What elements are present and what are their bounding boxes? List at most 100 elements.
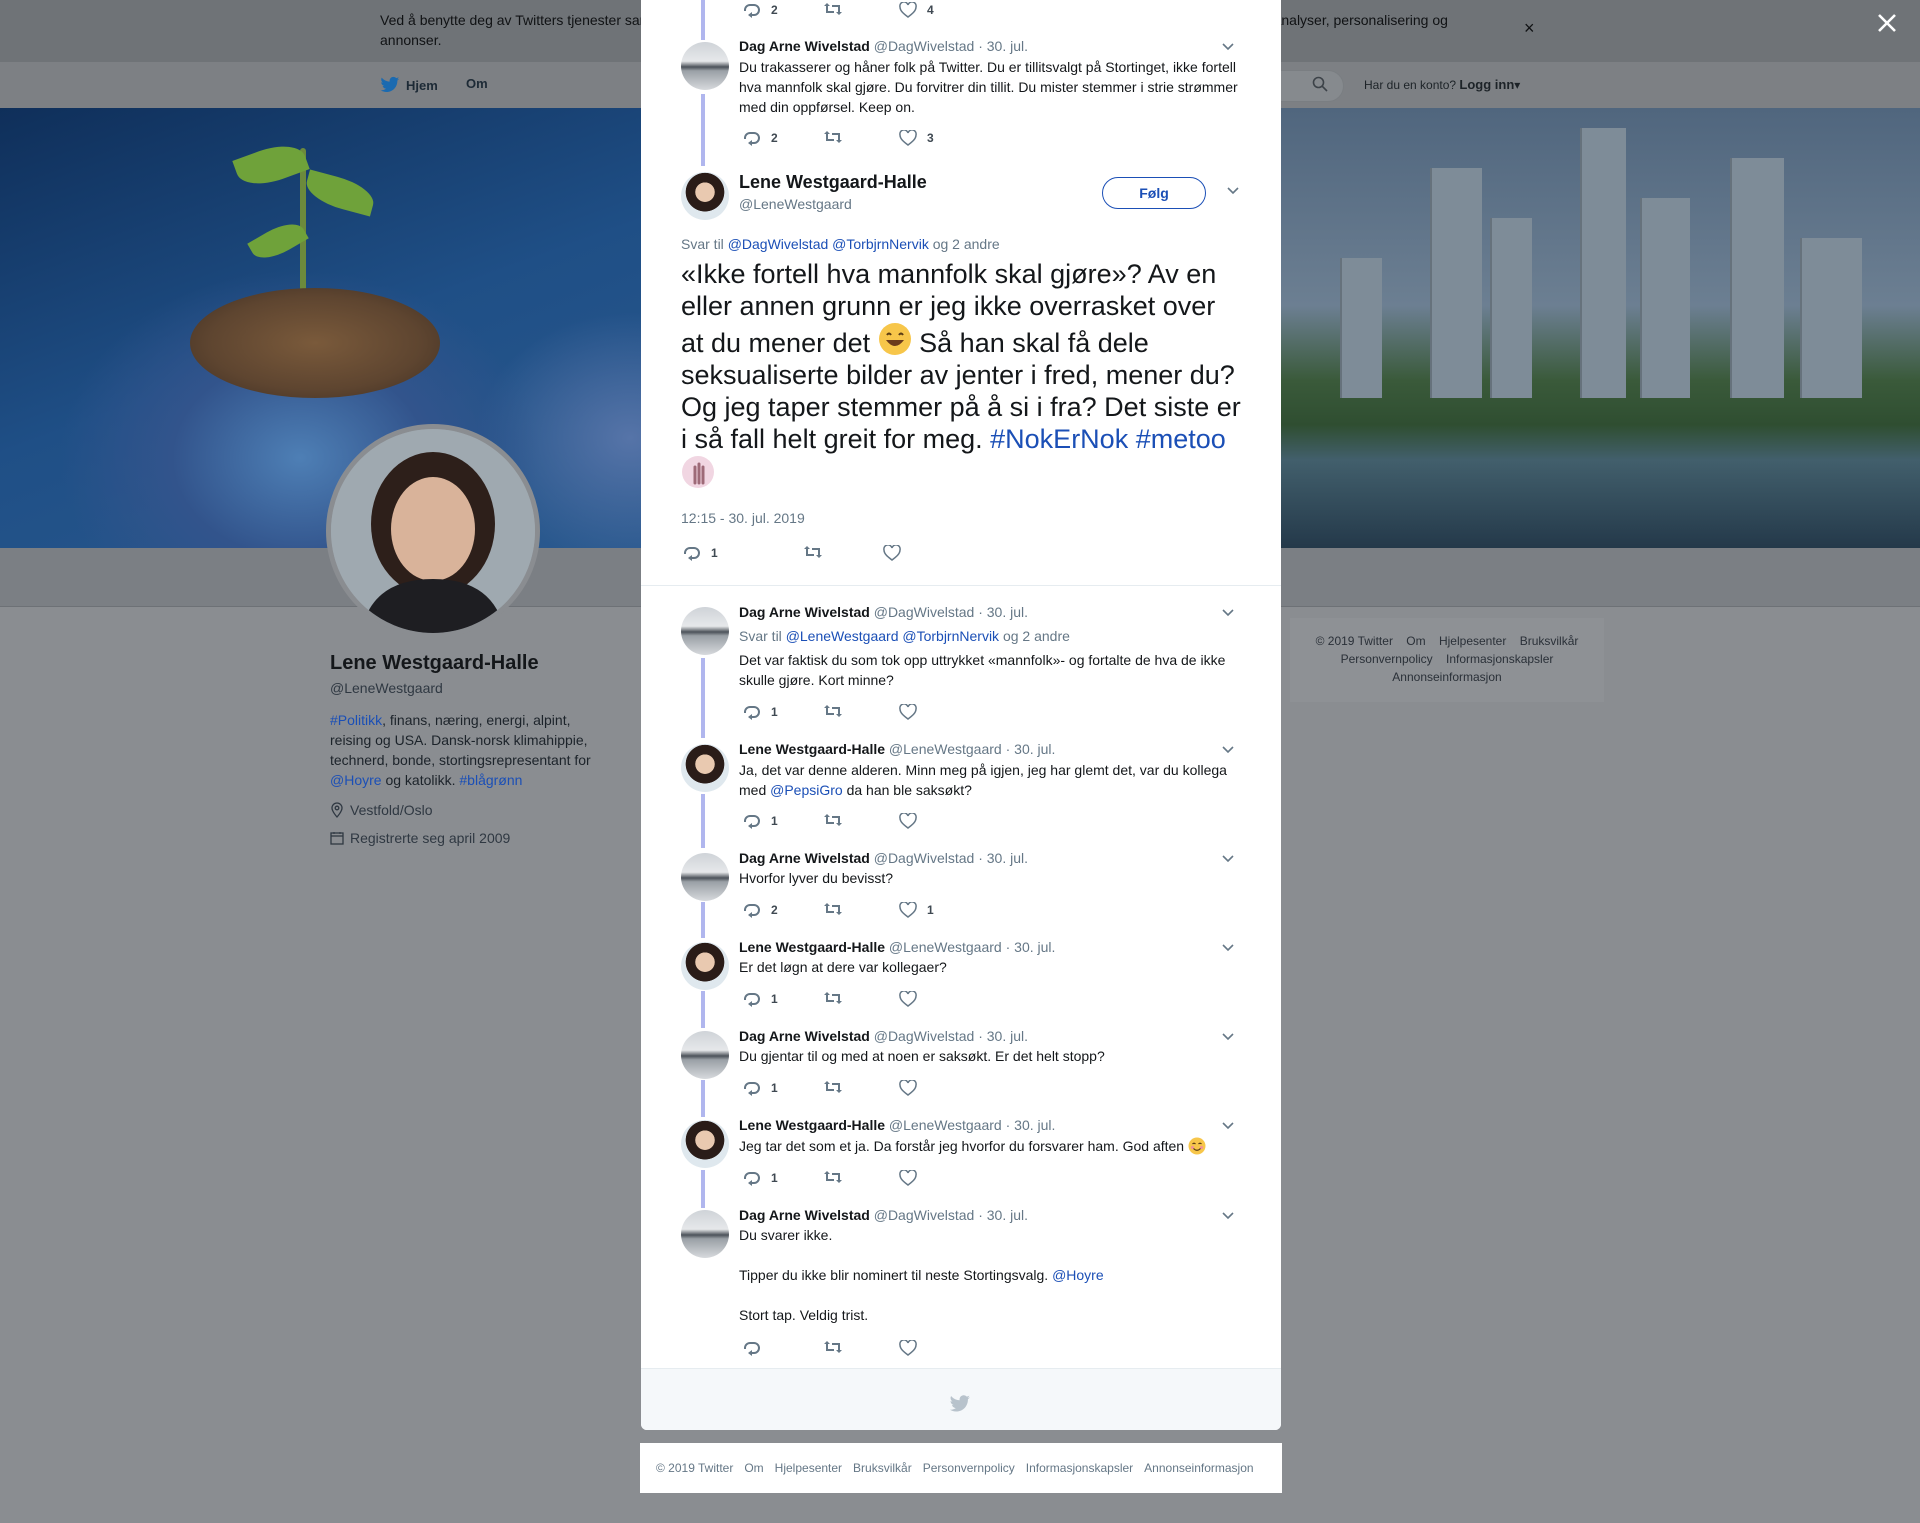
footer-link[interactable]: Annonseinformasjon <box>1144 1461 1253 1475</box>
nav-home[interactable]: Hjem <box>380 76 438 94</box>
footer-link[interactable]: Om <box>1406 634 1425 648</box>
chevron-down-icon[interactable] <box>1221 745 1235 755</box>
tweet-date[interactable]: · 30. jul. <box>978 1207 1028 1223</box>
reply-button[interactable]: 1 <box>743 991 778 1007</box>
avatar[interactable] <box>681 942 729 990</box>
like-count: 4 <box>927 3 934 17</box>
like-button[interactable] <box>899 813 927 829</box>
thread-line <box>701 94 705 166</box>
like-button[interactable]: 4 <box>899 2 934 18</box>
like-button[interactable]: 3 <box>899 130 934 146</box>
like-button[interactable] <box>899 1170 927 1186</box>
close-icon[interactable] <box>1874 10 1900 36</box>
tweet-author-name[interactable]: Lene Westgaard-Halle <box>739 741 885 757</box>
footer-link[interactable]: Personvernpolicy <box>1341 652 1433 666</box>
main-tweet-timestamp[interactable]: 12:15 - 30. jul. 2019 <box>681 510 805 526</box>
main-tweet-avatar[interactable] <box>681 172 729 220</box>
reply-to-mentions[interactable]: @DagWivelstad @TorbjrnNervik <box>728 236 929 252</box>
retweet-button[interactable] <box>823 130 843 144</box>
login-link[interactable]: Logg inn <box>1459 77 1514 92</box>
tweet-author-name[interactable]: Dag Arne Wivelstad <box>739 850 870 866</box>
tweet-date[interactable]: · 30. jul. <box>978 604 1028 620</box>
tweet-date[interactable]: · 30. jul. <box>978 38 1028 54</box>
reply-button[interactable]: 2 <box>743 902 778 918</box>
hashtag-link[interactable]: #NokErNok <box>990 424 1128 454</box>
footer-link[interactable]: Hjelpesenter <box>1439 634 1506 648</box>
reply-button[interactable]: 1 <box>743 813 778 829</box>
tweet-date[interactable]: · 30. jul. <box>1006 939 1056 955</box>
hashtag-link[interactable]: #metoo <box>1136 424 1226 454</box>
reply-button[interactable]: 1 <box>743 1080 778 1096</box>
like-button[interactable] <box>899 1080 927 1096</box>
bio-hashtag[interactable]: #blågrønn <box>459 772 522 788</box>
like-icon <box>899 130 917 146</box>
cookie-close-button[interactable]: × <box>1524 18 1535 39</box>
retweet-button[interactable] <box>823 1080 843 1094</box>
avatar[interactable] <box>681 744 729 792</box>
footer-link[interactable]: Om <box>744 1461 763 1475</box>
reply-button[interactable]: 1 <box>743 1170 778 1186</box>
tweet-date[interactable]: · 30. jul. <box>978 1028 1028 1044</box>
retweet-button[interactable] <box>823 991 843 1005</box>
retweet-button[interactable] <box>803 545 823 559</box>
avatar[interactable] <box>681 607 729 655</box>
reply-button[interactable]: 1 <box>743 704 778 720</box>
like-button[interactable] <box>883 545 901 561</box>
tweet-author-name[interactable]: Dag Arne Wivelstad <box>739 604 870 620</box>
footer-link[interactable]: Hjelpesenter <box>775 1461 842 1475</box>
tweet-author-name[interactable]: Lene Westgaard-Halle <box>739 1117 885 1133</box>
like-button[interactable] <box>899 991 927 1007</box>
mention-link[interactable]: @PepsiGro <box>770 782 843 798</box>
chevron-down-icon[interactable] <box>1221 1211 1235 1221</box>
like-button[interactable]: 1 <box>899 902 934 918</box>
like-button[interactable] <box>899 704 927 720</box>
chevron-down-icon[interactable] <box>1221 1121 1235 1131</box>
chevron-down-icon[interactable] <box>1221 943 1235 953</box>
retweet-button[interactable] <box>823 813 843 827</box>
like-button[interactable] <box>899 1340 927 1356</box>
main-tweet-author-name[interactable]: Lene Westgaard-Halle <box>739 172 927 193</box>
follow-button[interactable]: Følg <box>1102 177 1206 209</box>
search-icon[interactable] <box>1312 76 1328 92</box>
retweet-button[interactable] <box>823 2 843 16</box>
chevron-down-icon[interactable] <box>1221 854 1235 864</box>
chevron-down-icon[interactable] <box>1226 186 1240 196</box>
retweet-button[interactable] <box>823 1170 843 1184</box>
tweet-author-name[interactable]: Dag Arne Wivelstad <box>739 1207 870 1223</box>
avatar[interactable] <box>681 1120 729 1168</box>
reply-button[interactable]: 2 <box>743 130 778 146</box>
footer-link[interactable]: Informasjonskapsler <box>1026 1461 1133 1475</box>
footer-link[interactable]: Annonseinformasjon <box>1392 670 1501 684</box>
reply-to-mentions[interactable]: @LeneWestgaard @TorbjrnNervik <box>786 628 999 644</box>
tweet-date[interactable]: · 30. jul. <box>978 850 1028 866</box>
avatar[interactable] <box>681 853 729 901</box>
reply-button[interactable] <box>743 1340 771 1356</box>
mention-link[interactable]: @Hoyre <box>1052 1267 1104 1283</box>
tweet-author-name[interactable]: Dag Arne Wivelstad <box>739 38 870 54</box>
avatar[interactable] <box>681 1031 729 1079</box>
footer-copyright: © 2019 Twitter <box>1315 634 1393 648</box>
avatar[interactable] <box>681 42 729 90</box>
avatar[interactable] <box>681 1210 729 1258</box>
retweet-button[interactable] <box>823 704 843 718</box>
profile-avatar[interactable] <box>326 424 540 638</box>
bio-hashtag[interactable]: #Politikk <box>330 712 382 728</box>
chevron-down-icon[interactable] <box>1221 608 1235 618</box>
reply-button[interactable]: 2 <box>743 2 778 18</box>
retweet-button[interactable] <box>823 1340 843 1354</box>
chevron-down-icon[interactable] <box>1221 1032 1235 1042</box>
footer-link[interactable]: Informasjonskapsler <box>1446 652 1553 666</box>
tweet-author-name[interactable]: Dag Arne Wivelstad <box>739 1028 870 1044</box>
tweet-author-name[interactable]: Lene Westgaard-Halle <box>739 939 885 955</box>
retweet-button[interactable] <box>823 902 843 916</box>
footer-link[interactable]: Bruksvilkår <box>853 1461 912 1475</box>
chevron-down-icon[interactable] <box>1221 42 1235 52</box>
reply-button[interactable]: 1 <box>683 545 718 561</box>
footer-link[interactable]: Personvernpolicy <box>923 1461 1015 1475</box>
tweet-date[interactable]: · 30. jul. <box>1006 741 1056 757</box>
tweet-date[interactable]: · 30. jul. <box>1006 1117 1056 1133</box>
nav-about[interactable]: Om <box>466 76 488 91</box>
profile-name[interactable]: Lene Westgaard-Halle <box>330 652 539 675</box>
bio-mention[interactable]: @Hoyre <box>330 772 382 788</box>
footer-link[interactable]: Bruksvilkår <box>1520 634 1579 648</box>
